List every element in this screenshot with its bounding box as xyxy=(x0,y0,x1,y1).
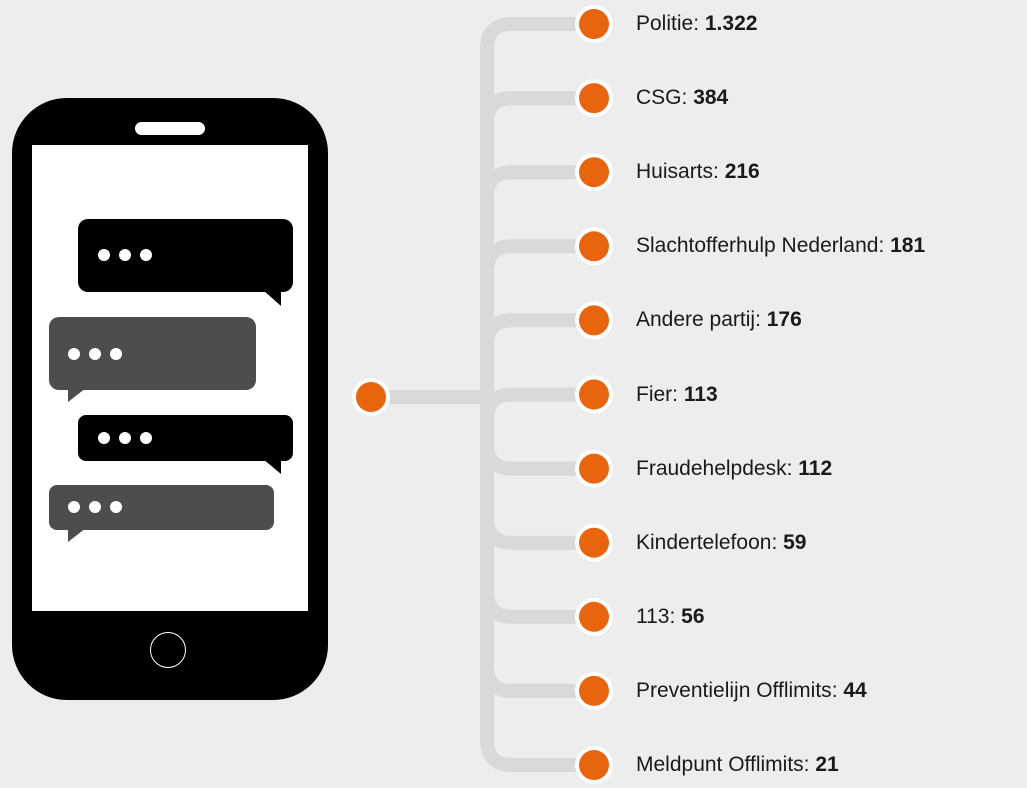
branch-label: Slachtofferhulp Nederland: 181 xyxy=(636,234,925,258)
branch-name: 113 xyxy=(636,604,670,628)
branch-label: Preventielijn Offlimits: 44 xyxy=(636,679,867,703)
branch-value: 181 xyxy=(890,234,926,258)
branch-value: 56 xyxy=(681,604,705,628)
branch-value: 216 xyxy=(724,160,760,184)
branch-separator: : xyxy=(669,604,682,628)
branch-separator: : xyxy=(681,86,694,110)
branch-separator: : xyxy=(755,308,767,332)
branch-value: 176 xyxy=(766,308,802,332)
branch-name: CSG xyxy=(636,86,682,110)
branch-separator: : xyxy=(786,456,799,480)
branch-value: 112 xyxy=(798,456,833,480)
branch-name: Andere partij xyxy=(636,308,756,332)
branch-separator: : xyxy=(672,382,684,406)
branch-labels: Politie: 1.322 CSG: 384 Huisarts: 216 Slach… xyxy=(0,0,1027,788)
branch-value: 113 xyxy=(683,382,718,406)
branch-value: 1.322 xyxy=(704,12,758,35)
branch-name: Preventielijn Offlimits xyxy=(636,678,832,702)
branch-label: Fraudehelpdesk: 112 xyxy=(636,457,832,481)
branch-label: Kindertelefoon: 59 xyxy=(636,531,806,555)
branch-separator: : xyxy=(693,12,705,35)
branch-label: Meldpunt Offlimits: 21 xyxy=(636,753,839,777)
branch-name: Fier xyxy=(636,382,673,406)
branch-name: Kindertelefoon xyxy=(636,530,772,554)
branch-value: 384 xyxy=(693,86,729,110)
branch-label: CSG: 384 xyxy=(636,86,728,110)
branch-separator: : xyxy=(771,530,784,554)
branch-label: Fier: 113 xyxy=(636,383,718,407)
diagram-canvas: Politie: 1.322 CSG: 384 Huisarts: 216 Slach… xyxy=(0,0,1027,788)
branch-value: 44 xyxy=(843,678,867,702)
branch-name: Slachtofferhulp Nederland xyxy=(636,234,879,258)
branch-value: 21 xyxy=(815,753,839,776)
branch-separator: : xyxy=(803,753,816,776)
branch-name: Politie xyxy=(636,12,694,35)
branch-separator: : xyxy=(713,160,725,184)
branch-separator: : xyxy=(831,678,844,702)
branch-name: Meldpunt Offlimits xyxy=(636,753,804,776)
branch-label: Politie: 1.322 xyxy=(636,12,757,36)
branch-name: Fraudehelpdesk xyxy=(636,456,787,480)
branch-value: 59 xyxy=(783,530,807,554)
branch-separator: : xyxy=(878,234,891,258)
branch-label: 113: 56 xyxy=(636,605,705,629)
branch-label: Huisarts: 216 xyxy=(636,160,760,184)
branch-label: Andere partij: 176 xyxy=(636,308,802,332)
branch-name: Huisarts xyxy=(636,160,714,184)
